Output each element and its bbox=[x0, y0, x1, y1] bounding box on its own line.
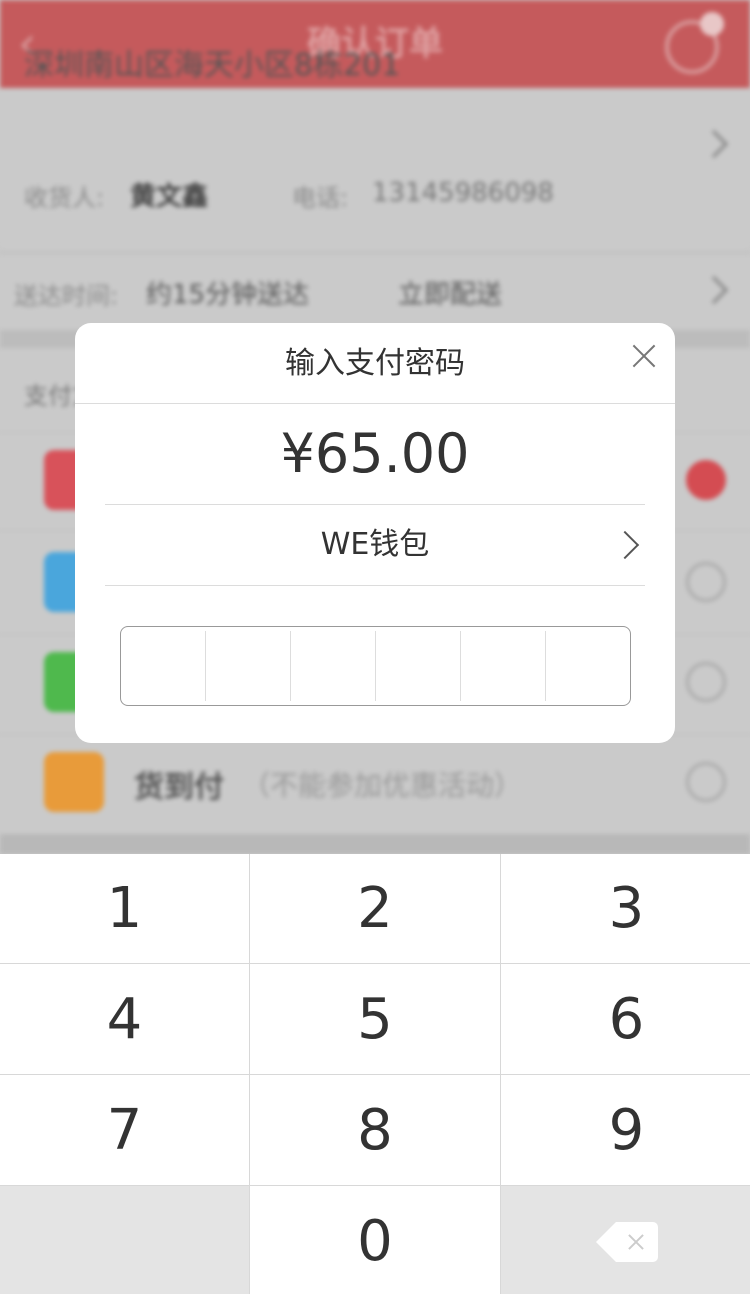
key-5[interactable]: 5 bbox=[250, 964, 500, 1074]
address-line: 深圳南山区海天小区8栋201 bbox=[24, 48, 401, 83]
dialog-title: 输入支付密码 bbox=[285, 346, 465, 381]
key-7[interactable]: 7 bbox=[0, 1075, 249, 1185]
delivery-mode: 立即配送 bbox=[398, 280, 503, 310]
keypad-gap bbox=[0, 834, 750, 854]
numeric-keypad: 1 2 3 4 5 6 7 8 9 0 bbox=[0, 854, 750, 1294]
payment-amount: ¥65.00 bbox=[280, 422, 470, 485]
wallet-check-icon bbox=[686, 460, 726, 500]
key-blank bbox=[0, 1186, 249, 1294]
cod-note: （不能参加优惠活动） bbox=[242, 769, 523, 802]
payment-method-selector[interactable]: WE钱包 bbox=[105, 505, 645, 585]
password-digit-cell bbox=[545, 631, 630, 701]
password-digit-cell bbox=[121, 631, 205, 701]
backspace-icon bbox=[595, 1221, 658, 1262]
key-2[interactable]: 2 bbox=[250, 854, 500, 963]
delivery-label: 送达时间: bbox=[14, 282, 119, 310]
password-digit-cell bbox=[460, 631, 545, 701]
key-8[interactable]: 8 bbox=[250, 1075, 500, 1185]
payment-method-name: WE钱包 bbox=[320, 527, 430, 562]
key-6[interactable]: 6 bbox=[501, 964, 750, 1074]
password-digit-cell bbox=[290, 631, 375, 701]
cod-icon bbox=[44, 752, 104, 812]
divider bbox=[75, 403, 675, 404]
delete-key[interactable] bbox=[501, 1186, 750, 1294]
key-4[interactable]: 4 bbox=[0, 964, 249, 1074]
delivery-time: 约15分钟送达 bbox=[146, 280, 310, 310]
phone-label: 电话: bbox=[292, 184, 349, 212]
cod-name: 货到付 bbox=[134, 770, 224, 805]
divider bbox=[105, 585, 645, 586]
password-input[interactable] bbox=[120, 626, 631, 706]
key-3[interactable]: 3 bbox=[501, 854, 750, 963]
consignee-name: 黄文鑫 bbox=[130, 182, 209, 212]
cart-badge bbox=[700, 12, 724, 36]
key-1[interactable]: 1 bbox=[0, 854, 249, 963]
payment-password-dialog: 输入支付密码 ¥65.00 WE钱包 bbox=[75, 323, 675, 743]
wechat-check-icon bbox=[686, 662, 726, 702]
password-digit-cell bbox=[205, 631, 290, 701]
close-icon[interactable] bbox=[629, 341, 659, 371]
address-section bbox=[0, 88, 750, 248]
key-0[interactable]: 0 bbox=[250, 1186, 500, 1294]
cod-check-icon bbox=[686, 762, 726, 802]
consignee-label: 收货人: bbox=[24, 184, 105, 212]
key-9[interactable]: 9 bbox=[501, 1075, 750, 1185]
phone-number: 13145986098 bbox=[372, 178, 554, 208]
alipay-check-icon bbox=[686, 562, 726, 602]
password-digit-cell bbox=[375, 631, 460, 701]
